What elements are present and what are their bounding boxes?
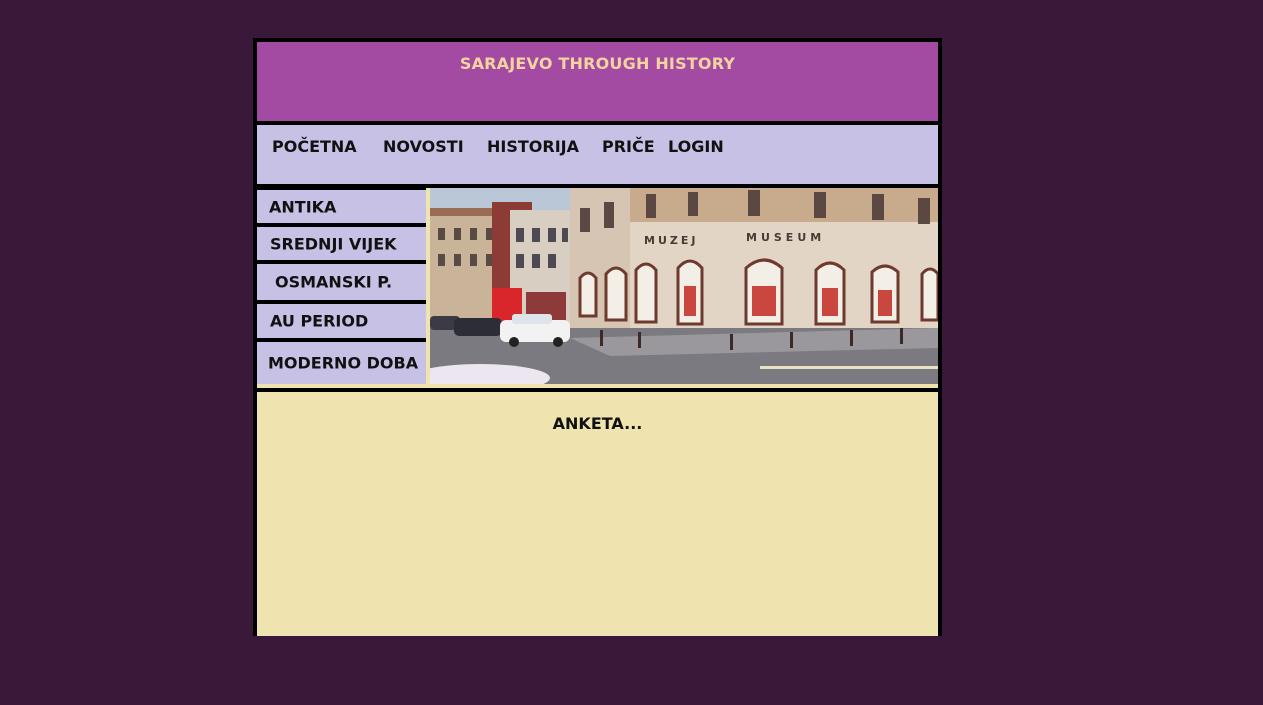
top-navigation: POČETNA NOVOSTI HISTORIJA PRIČE LOGIN xyxy=(257,125,938,188)
poll-title: ANKETA... xyxy=(552,414,643,433)
sidebar-item-moderno-doba[interactable]: MODERNO DOBA xyxy=(257,342,426,384)
sign-muzej: MUZEJ xyxy=(644,234,698,247)
nav-item-novosti[interactable]: NOVOSTI xyxy=(383,137,464,156)
sidebar-item-label: ANTIKA xyxy=(269,197,337,216)
sidebar-item-srednji-vijek[interactable]: SREDNJI VIJEK xyxy=(257,227,426,260)
period-sidebar: ANTIKA SREDNJI VIJEK OSMANSKI P. AU PERI… xyxy=(257,188,426,384)
sidebar-item-label: SREDNJI VIJEK xyxy=(270,234,397,253)
museum-photo: MUZEJ MUSEUM xyxy=(430,188,938,384)
sidebar-item-label: AU PERIOD xyxy=(270,311,369,331)
nav-item-login[interactable]: LOGIN xyxy=(668,137,724,156)
main-content: ANKETA... xyxy=(257,388,938,636)
sidebar-item-osmanski[interactable]: OSMANSKI P. xyxy=(257,264,426,300)
sign-museum: MUSEUM xyxy=(746,231,825,244)
sidebar-item-antika[interactable]: ANTIKA xyxy=(257,190,426,223)
site-title: SARAJEVO THROUGH HISTORY xyxy=(459,54,736,73)
sidebar-item-au-period[interactable]: AU PERIOD xyxy=(257,304,426,338)
sidebar-item-label: OSMANSKI P. xyxy=(275,272,393,292)
nav-item-price[interactable]: PRIČE xyxy=(602,137,655,156)
museum-photo-illustration: MUZEJ MUSEUM xyxy=(430,188,938,384)
page-frame: SARAJEVO THROUGH HISTORY POČETNA NOVOSTI… xyxy=(253,38,942,636)
nav-item-historija[interactable]: HISTORIJA xyxy=(487,137,579,156)
site-header: SARAJEVO THROUGH HISTORY xyxy=(257,42,938,125)
sidebar-item-label: MODERNO DOBA xyxy=(268,353,419,373)
nav-item-pocetna[interactable]: POČETNA xyxy=(272,137,357,156)
